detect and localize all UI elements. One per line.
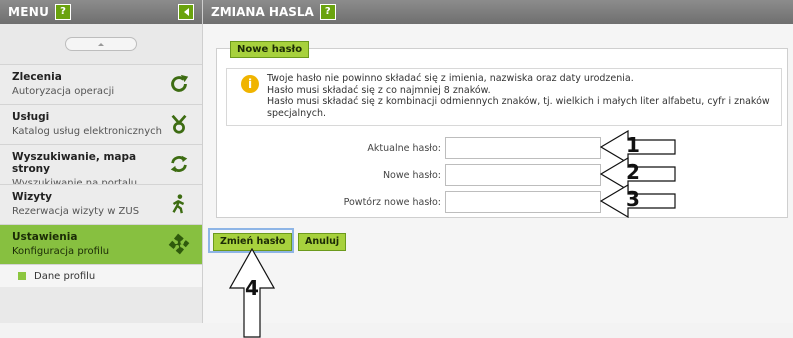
annotation-number: 4 <box>245 276 259 300</box>
info-line: Hasło musi składać się z kombinacji odmi… <box>267 96 770 107</box>
services-icon <box>171 114 187 134</box>
menu-item-title: Usługi <box>12 111 50 123</box>
menu-item-title: Wyszukiwanie, mapa strony <box>12 151 137 175</box>
menu-item-subtitle: Katalog usług elektronicznych <box>12 126 162 137</box>
info-icon: i <box>241 75 259 93</box>
menu-item-subtitle: Autoryzacja operacji <box>12 86 115 97</box>
scroll-up-button[interactable] <box>65 37 137 51</box>
annotation-number: 3 <box>626 187 640 211</box>
menu-item-title: Wizyty <box>12 191 53 203</box>
current-password-row: Aktualne hasło: <box>203 137 793 161</box>
page-title: ZMIANA HASLA <box>211 5 314 19</box>
refresh-icon <box>170 155 188 173</box>
puzzle-icon <box>168 233 190 255</box>
new-password-label: Nowe hasło: <box>382 170 441 181</box>
repeat-password-row: Powtórz nowe hasło: <box>203 191 793 215</box>
info-line: Hasło musi składać się z co najmniej 8 z… <box>267 84 491 96</box>
submenu-item-label: Dane profilu <box>34 270 96 282</box>
collapse-sidebar-icon[interactable] <box>178 4 194 20</box>
annotation-number: 2 <box>626 160 640 184</box>
menu-item-zlecenia[interactable]: Zlecenia Autoryzacja operacji <box>0 64 202 104</box>
menu-item-uslugi[interactable]: Usługi Katalog usług elektronicznych <box>0 104 202 144</box>
menu-item-wizyty[interactable]: Wizyty Rezerwacja wizyty w ZUS <box>0 184 202 224</box>
annotation-number: 1 <box>626 133 640 157</box>
menu-item-subtitle: Rezerwacja wizyty w ZUS <box>12 206 140 217</box>
menu-item-ustawienia[interactable]: Ustawienia Konfiguracja profilu <box>0 224 202 264</box>
menu-item-title: Ustawienia <box>12 231 78 243</box>
current-password-label: Aktualne hasło: <box>367 143 441 154</box>
cancel-button[interactable]: Anuluj <box>298 233 347 251</box>
repeat-password-label: Powtórz nowe hasło: <box>343 197 441 208</box>
submenu-item-dane-profilu[interactable]: Dane profilu <box>0 264 202 287</box>
refresh-icon <box>171 74 189 92</box>
menu-item-title: Zlecenia <box>12 71 62 83</box>
sidebar: MENU ? Zlecenia Autoryzacja operacji Usł… <box>0 0 203 323</box>
new-password-input[interactable] <box>445 164 601 186</box>
walker-icon <box>172 194 185 214</box>
info-line: Twoje hasło nie powinno składać się z im… <box>267 73 634 84</box>
info-line: specjalnych. <box>267 107 327 119</box>
sidebar-header: MENU ? <box>0 0 202 24</box>
page-header: ZMIANA HASLA ? <box>203 0 793 24</box>
repeat-password-input[interactable] <box>445 191 601 213</box>
info-message: i Twoje hasło nie powinno składać się z … <box>226 68 782 126</box>
section-tag: Nowe hasło <box>230 41 310 58</box>
bullet-icon <box>18 272 26 280</box>
current-password-input[interactable] <box>445 137 601 159</box>
scroll-up-area <box>0 24 202 64</box>
new-password-row: Nowe hasło: <box>203 164 793 188</box>
menu-item-subtitle: Konfiguracja profilu <box>12 246 110 257</box>
help-icon[interactable]: ? <box>319 4 336 20</box>
menu-item-wyszukiwanie[interactable]: Wyszukiwanie, mapa strony Wyszukiwanie n… <box>0 144 202 189</box>
sidebar-title: MENU <box>8 5 50 19</box>
help-icon[interactable]: ? <box>55 4 72 20</box>
